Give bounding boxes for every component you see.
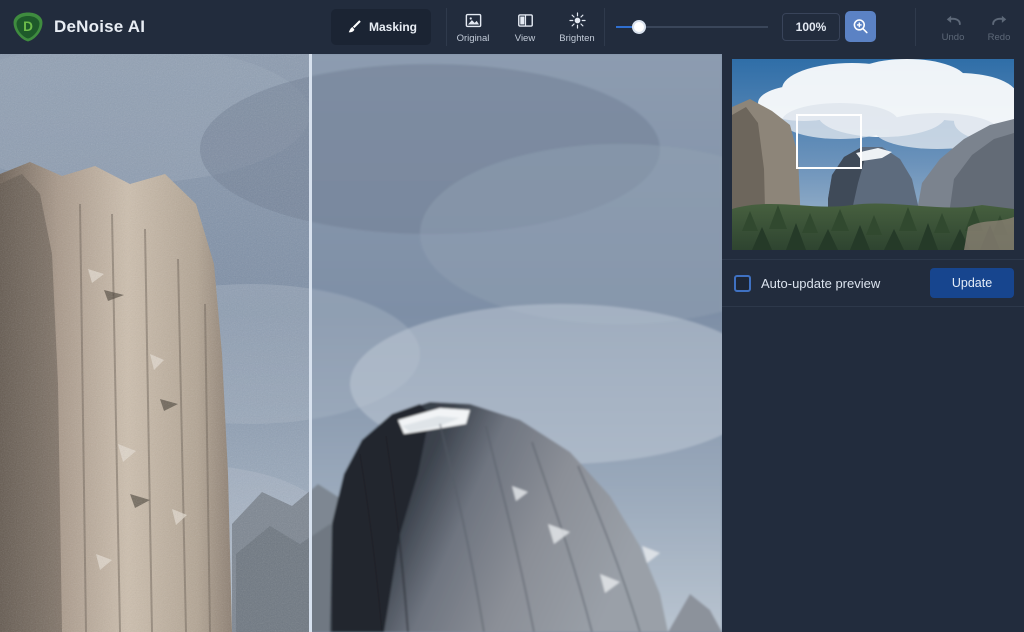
app-logo: D [0,10,56,44]
zoom-level-field[interactable]: 100% [782,13,840,41]
sun-icon [568,11,586,29]
zoom-slider-handle[interactable] [632,20,646,34]
undo-arrow-icon [946,15,961,26]
tool-original-label: Original [456,32,490,44]
navigator-viewport-rect[interactable] [796,114,862,169]
image-canvas[interactable] [0,54,722,632]
tool-view[interactable]: View [499,0,551,54]
redo-arrow-icon [991,15,1006,26]
navigator-preview[interactable] [732,59,1014,250]
tool-original[interactable]: Original [447,0,499,54]
app-title: DeNoise AI [54,17,146,36]
update-button[interactable]: Update [930,268,1014,298]
auto-update-checkbox[interactable] [734,274,751,292]
masking-button[interactable]: Masking [331,9,431,45]
top-toolbar: D DeNoise AI Masking Original View Brigh… [0,0,1024,54]
masking-label: Masking [368,20,417,34]
brush-icon [348,20,361,33]
tool-brighten-label: Brighten [559,32,595,44]
auto-update-label: Auto-update preview [761,275,881,291]
toolbar-divider-mid [604,8,605,46]
navigator-thumbnail-image [732,59,1014,250]
toolbar-divider-right [915,8,916,46]
tool-brighten[interactable]: Brighten [551,0,603,54]
panel-divider-2 [722,306,1024,307]
image-icon [465,13,481,27]
split-view-icon [517,13,533,27]
redo-button[interactable]: Redo [976,0,1022,54]
split-view-divider[interactable] [309,54,312,632]
magnifier-plus-icon [853,19,868,34]
svg-text:D: D [23,19,33,34]
zoom-in-button[interactable] [845,11,876,42]
view-tool-group: Original View Brighten [447,0,603,54]
image-preview [0,54,722,632]
zoom-slider[interactable] [616,20,768,34]
tool-view-label: View [514,32,536,44]
topaz-d-shield-logo-icon: D [13,12,43,42]
undo-label: Undo [941,32,965,43]
settings-panel: Auto-update preview Update Mode ? DeNois… [722,54,1024,632]
auto-update-row: Auto-update preview Update [722,260,1024,306]
redo-label: Redo [987,32,1011,43]
history-group: Undo Redo [930,0,1022,54]
undo-button[interactable]: Undo [930,0,976,54]
